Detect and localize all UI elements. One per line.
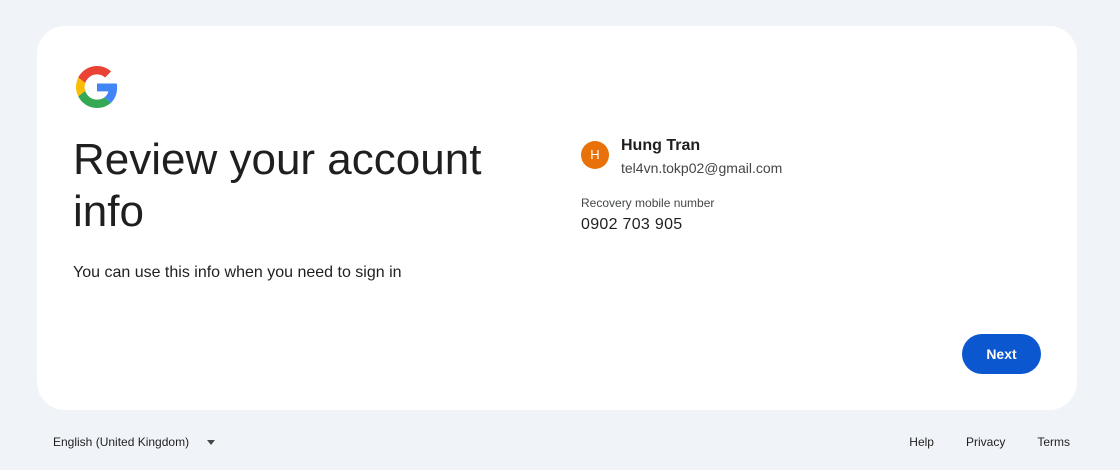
- language-select-label: English (United Kingdom): [53, 435, 190, 449]
- page-subtitle: You can use this info when you need to s…: [73, 264, 402, 281]
- language-select[interactable]: English (United Kingdom): [43, 426, 225, 458]
- page-title: Review your account info: [73, 135, 482, 236]
- account-name: Hung Tran: [621, 137, 701, 154]
- dropdown-arrow-icon: [207, 439, 216, 445]
- avatar: H: [581, 141, 609, 169]
- footer-links: Help Privacy Terms: [893, 426, 1070, 458]
- privacy-link[interactable]: Privacy: [950, 435, 1021, 449]
- recovery-phone-label: Recovery mobile number: [581, 196, 715, 210]
- account-email: tel4vn.tokp02@gmail.com: [621, 160, 783, 176]
- sign-in-card: Review your account info You can use thi…: [37, 26, 1077, 410]
- google-g-logo-icon: [76, 66, 118, 108]
- next-button[interactable]: Next: [962, 334, 1041, 374]
- terms-link[interactable]: Terms: [1021, 435, 1070, 449]
- footer: English (United Kingdom) Help Privacy Te…: [0, 426, 1120, 458]
- recovery-phone-value: 0902 703 905: [581, 216, 683, 233]
- help-link[interactable]: Help: [893, 435, 950, 449]
- account-chip: H Hung Tran tel4vn.tokp02@gmail.com: [581, 136, 881, 180]
